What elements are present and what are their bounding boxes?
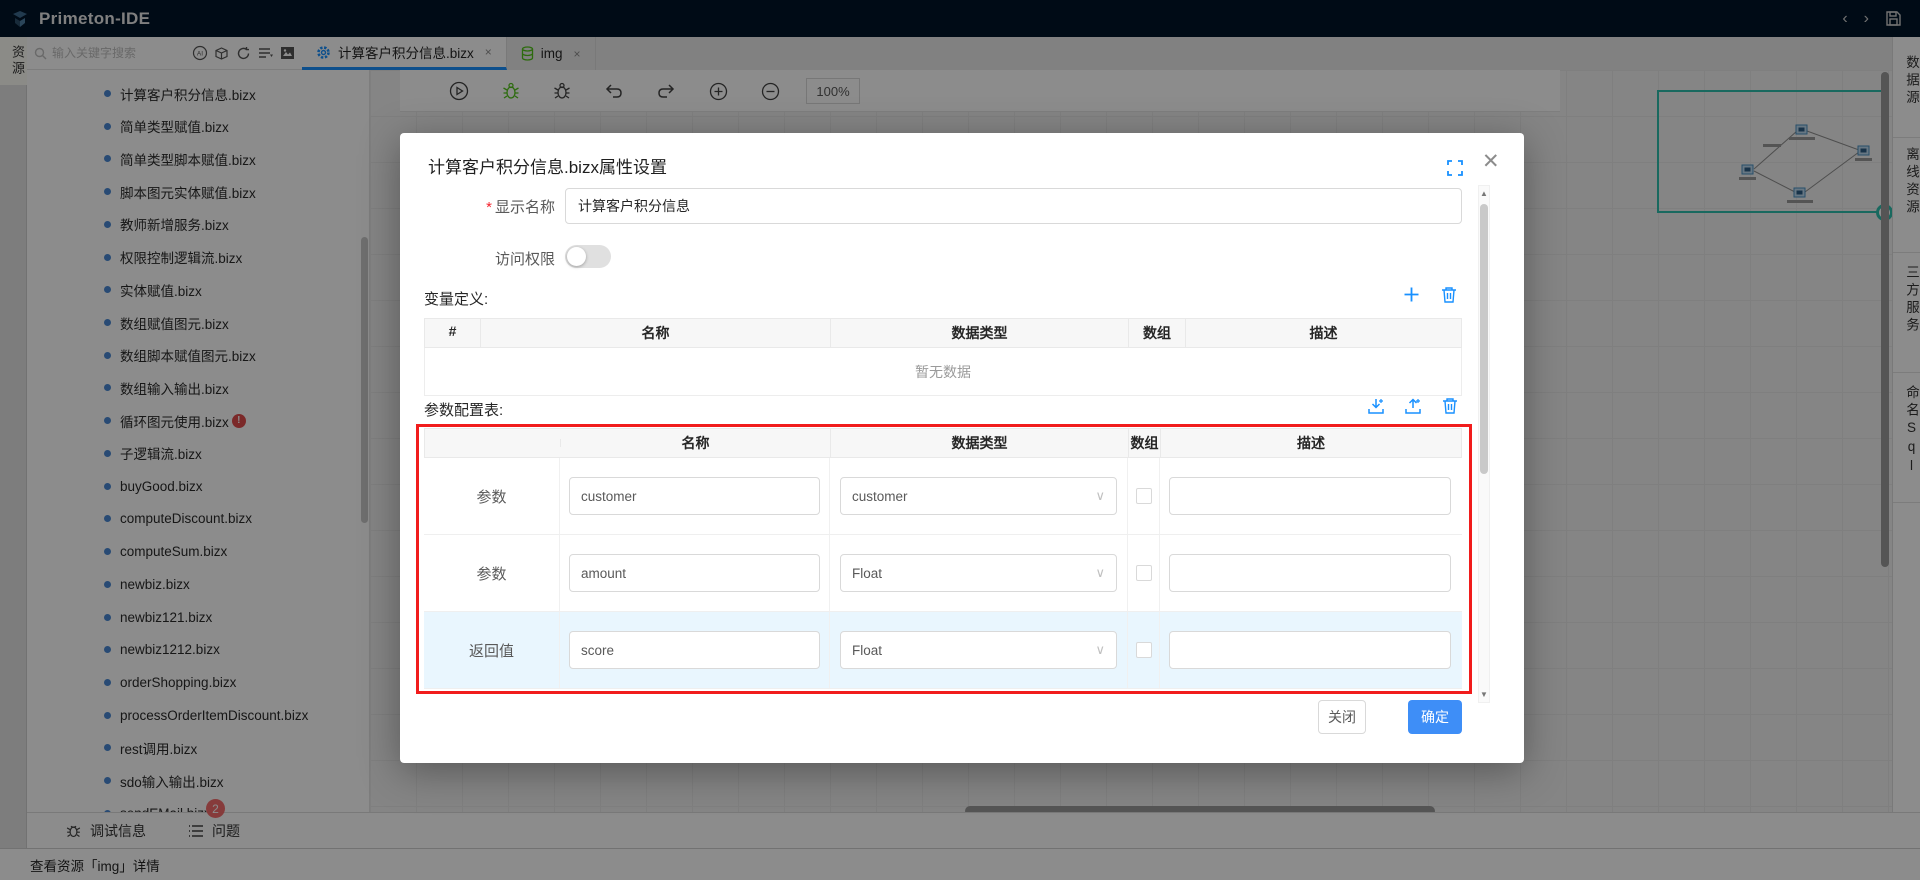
import-params-icon[interactable] — [1366, 396, 1385, 415]
access-permission-label: 访问权限 — [424, 248, 555, 269]
access-permission-toggle[interactable] — [565, 245, 611, 268]
delete-variable-icon[interactable] — [1439, 285, 1458, 304]
param-section-label: 参数配置表: — [424, 399, 503, 420]
empty-state-text: 暂无数据 — [424, 348, 1462, 396]
variable-column-header: # — [425, 319, 481, 347]
toggle-knob — [567, 247, 586, 266]
variable-column-header: 数组 — [1129, 319, 1186, 347]
delete-params-icon[interactable] — [1440, 396, 1459, 415]
display-name-input[interactable] — [565, 188, 1462, 224]
variable-column-header: 描述 — [1186, 319, 1461, 347]
display-name-label: *显示名称 — [424, 196, 555, 217]
scrollbar-thumb[interactable] — [1480, 204, 1488, 474]
dialog-scrollbar[interactable]: ▲ ▼ — [1478, 185, 1490, 703]
required-asterisk: * — [486, 199, 492, 216]
application-window: Primeton-IDE ‹ › 资源 AI — [0, 0, 1920, 880]
variable-section-label: 变量定义: — [424, 288, 488, 309]
close-button[interactable]: 关闭 — [1318, 700, 1366, 734]
ok-button[interactable]: 确定 — [1408, 700, 1462, 734]
add-variable-icon[interactable] — [1402, 285, 1421, 304]
dialog-title: 计算客户积分信息.bizx属性设置 — [428, 153, 667, 178]
scroll-down-icon[interactable]: ▼ — [1479, 690, 1489, 699]
close-icon[interactable]: ✕ — [1482, 151, 1500, 172]
highlight-red-border — [416, 424, 1472, 694]
scroll-up-icon[interactable]: ▲ — [1479, 189, 1489, 198]
fullscreen-icon[interactable] — [1447, 160, 1463, 176]
properties-dialog: 计算客户积分信息.bizx属性设置 ✕ *显示名称 访问权限 变量定义: #名称… — [400, 133, 1524, 763]
variable-table: #名称数据类型数组描述 暂无数据 — [424, 318, 1462, 396]
export-params-icon[interactable] — [1403, 396, 1422, 415]
variable-column-header: 数据类型 — [831, 319, 1129, 347]
variable-column-header: 名称 — [481, 319, 831, 347]
